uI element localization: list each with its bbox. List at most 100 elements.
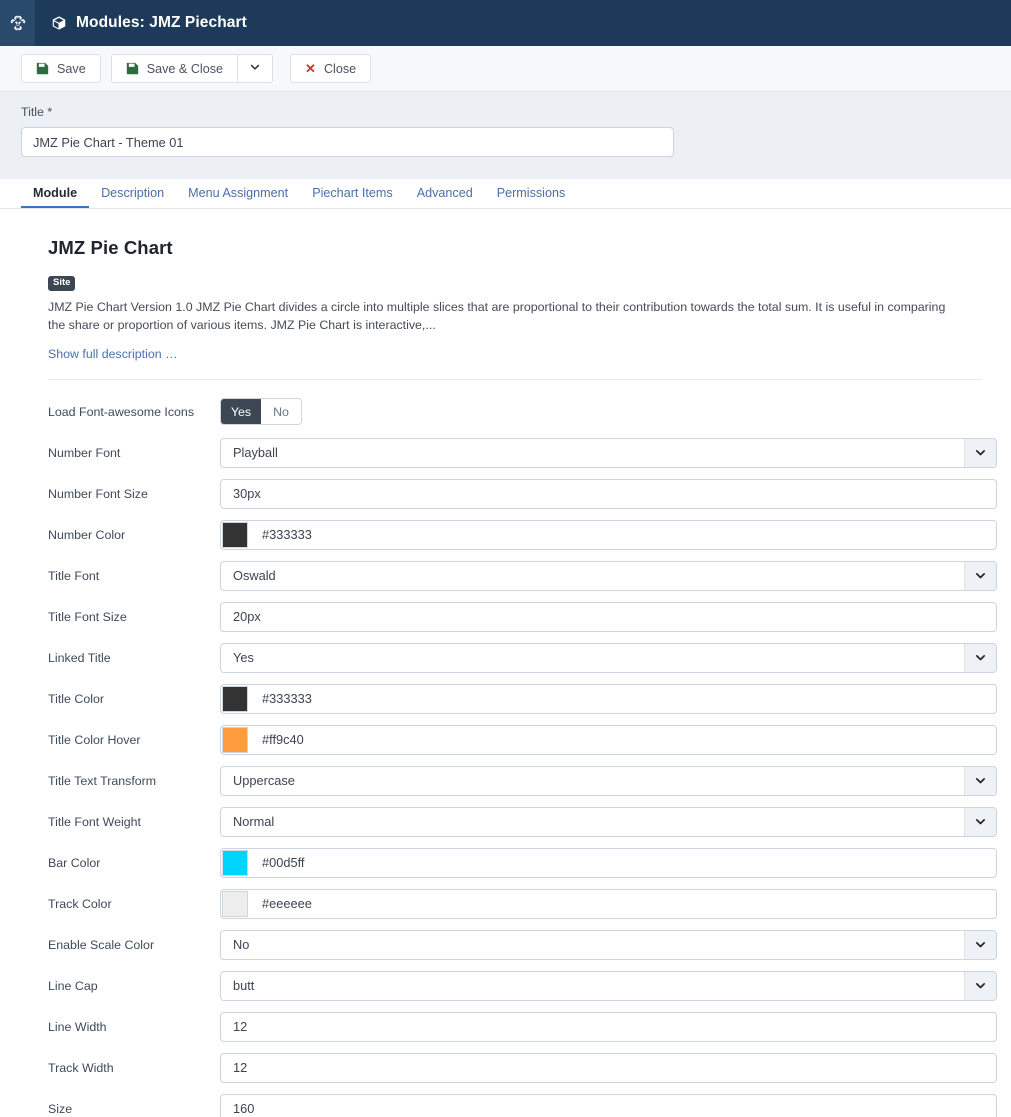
field-enable-scale-color: No — [220, 929, 997, 960]
toggle-no-option[interactable]: No — [261, 399, 301, 425]
field-number-color: #333333 — [220, 519, 997, 550]
color-swatch-title-color[interactable] — [222, 685, 248, 712]
close-button[interactable]: ✕ Close — [290, 54, 372, 83]
color-swatch-track-color[interactable] — [222, 890, 248, 917]
label-title-font-weight: Title Font Weight — [48, 814, 141, 829]
text-input-number-font-size[interactable]: 30px — [220, 478, 997, 509]
title-field-area: Title * — [0, 92, 1011, 179]
color-value-title-color: #333333 — [262, 691, 312, 707]
select-number-font[interactable]: Playball — [220, 437, 997, 468]
save-dropdown-toggle[interactable] — [237, 54, 274, 83]
text-input-title-font-size[interactable]: 20px — [220, 601, 997, 632]
chevron-down-icon[interactable] — [964, 930, 996, 959]
color-input-title-color-hover[interactable]: #ff9c40 — [220, 724, 997, 755]
page-title: Modules: JMZ Piechart — [76, 14, 247, 31]
tab-module[interactable]: Module — [21, 179, 90, 208]
field-title-text-transform: Uppercase — [220, 765, 997, 796]
field-size: 160 — [220, 1093, 997, 1117]
select-line-cap[interactable]: butt — [220, 970, 997, 1001]
chevron-down-icon[interactable] — [964, 766, 996, 795]
value-size: 160 — [233, 1101, 255, 1117]
form-row-bar-color: Bar Color #00d5ff — [48, 842, 997, 883]
color-input-number-color[interactable]: #333333 — [220, 519, 997, 550]
form-row-number-font: Number Font Playball — [48, 432, 997, 473]
header-title-group: Modules: JMZ Piechart — [35, 0, 247, 46]
label-title-font-size: Title Font Size — [48, 609, 127, 624]
form-row-track-color: Track Color #eeeeee — [48, 883, 997, 924]
text-input-track-width[interactable]: 12 — [220, 1052, 997, 1083]
color-value-bar-color: #00d5ff — [262, 855, 305, 871]
chevron-down-icon[interactable] — [964, 643, 996, 672]
chevron-down-icon[interactable] — [964, 971, 996, 1000]
value-title-font: Oswald — [233, 568, 276, 584]
color-swatch-number-color[interactable] — [222, 521, 248, 548]
label-number-font: Number Font — [48, 445, 121, 460]
text-input-size[interactable]: 160 — [220, 1093, 997, 1117]
value-linked-title: Yes — [233, 650, 254, 666]
toggle-load-font-awesome-icons[interactable]: Yes No — [220, 398, 302, 426]
color-input-title-color[interactable]: #333333 — [220, 683, 997, 714]
form-row-title-color-hover: Title Color Hover #ff9c40 — [48, 719, 997, 760]
module-options-form: Load Font-awesome Icons Yes No Number Font P… — [48, 380, 997, 1117]
label-title-color: Title Color — [48, 691, 104, 706]
label-load-font-awesome-icons: Load Font-awesome Icons — [48, 404, 195, 419]
joomla-logo-icon — [9, 14, 27, 32]
label-size: Size — [48, 1101, 73, 1116]
field-track-width: 12 — [220, 1052, 997, 1083]
color-input-bar-color[interactable]: #00d5ff — [220, 847, 997, 878]
toggle-yes-option[interactable]: Yes — [221, 399, 261, 425]
module-panel: JMZ Pie Chart Site JMZ Pie Chart Version… — [0, 209, 1011, 1117]
form-row-enable-scale-color: Enable Scale Color No — [48, 924, 997, 965]
tab-label: Advanced — [416, 185, 473, 200]
value-title-font-weight: Normal — [233, 814, 275, 830]
tab-menu-assignment[interactable]: Menu Assignment — [176, 179, 300, 208]
select-title-font-weight[interactable]: Normal — [220, 806, 997, 837]
label-track-color: Track Color — [48, 896, 112, 911]
label-track-width: Track Width — [48, 1060, 114, 1075]
field-title-color-hover: #ff9c40 — [220, 724, 997, 755]
chevron-down-icon[interactable] — [964, 561, 996, 590]
save-button[interactable]: Save — [21, 54, 101, 83]
form-row-number-font-size: Number Font Size 30px — [48, 473, 997, 514]
label-title-color-hover: Title Color Hover — [48, 732, 141, 747]
select-title-text-transform[interactable]: Uppercase — [220, 765, 997, 796]
tab-permissions[interactable]: Permissions — [485, 179, 578, 208]
text-input-line-width[interactable]: 12 — [220, 1011, 997, 1042]
label-number-color: Number Color — [48, 527, 126, 542]
field-title-font: Oswald — [220, 560, 997, 591]
save-and-close-group: Save & Close — [110, 54, 274, 83]
tab-label: Menu Assignment — [188, 185, 289, 200]
tab-piechart-items[interactable]: Piechart Items — [300, 179, 405, 208]
form-row-title-color: Title Color #333333 — [48, 678, 997, 719]
select-enable-scale-color[interactable]: No — [220, 929, 997, 960]
title-input[interactable] — [21, 127, 674, 157]
form-row-title-text-transform: Title Text Transform Uppercase — [48, 760, 997, 801]
app-header: Modules: JMZ Piechart — [0, 0, 1011, 46]
toolbar: Save Save & Close ✕ Close — [0, 46, 1011, 92]
show-full-description-link[interactable]: Show full description … — [48, 347, 177, 361]
joomla-logo-button[interactable] — [0, 0, 35, 46]
label-title-font: Title Font — [48, 568, 100, 583]
cube-icon — [51, 15, 67, 31]
field-title-color: #333333 — [220, 683, 997, 714]
color-swatch-bar-color[interactable] — [222, 849, 248, 876]
close-button-label: Close — [323, 61, 357, 76]
color-swatch-title-color-hover[interactable] — [222, 726, 248, 753]
value-track-width: 12 — [233, 1060, 248, 1076]
label-linked-title: Linked Title — [48, 650, 111, 665]
tab-description[interactable]: Description — [89, 179, 176, 208]
form-row-title-font-size: Title Font Size 20px — [48, 596, 997, 637]
form-row-linked-title: Linked Title Yes — [48, 637, 997, 678]
chevron-down-icon[interactable] — [964, 438, 996, 467]
save-and-close-button[interactable]: Save & Close — [110, 54, 238, 83]
form-row-title-font-weight: Title Font Weight Normal — [48, 801, 997, 842]
field-linked-title: Yes — [220, 642, 997, 673]
chevron-down-icon[interactable] — [964, 807, 996, 836]
select-title-font[interactable]: Oswald — [220, 560, 997, 591]
form-row-line-cap: Line Cap butt — [48, 965, 997, 1006]
field-line-cap: butt — [220, 970, 997, 1001]
field-track-color: #eeeeee — [220, 888, 997, 919]
tab-advanced[interactable]: Advanced — [405, 179, 485, 208]
select-linked-title[interactable]: Yes — [220, 642, 997, 673]
color-input-track-color[interactable]: #eeeeee — [220, 888, 997, 919]
